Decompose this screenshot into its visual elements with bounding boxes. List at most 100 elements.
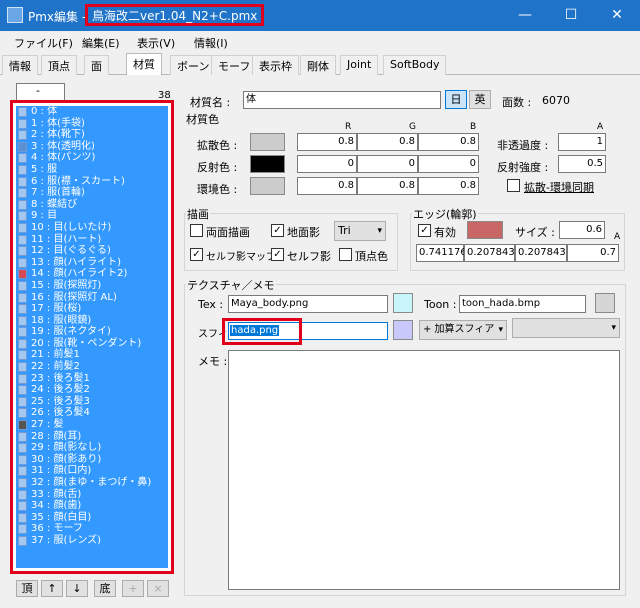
list-item[interactable]: 9 : 目	[16, 210, 168, 222]
list-item[interactable]: 8 : 蝶結び	[16, 199, 168, 211]
list-item[interactable]: 11 : 目(ハート)	[16, 234, 168, 246]
ambient-r[interactable]: 0.8	[297, 177, 357, 195]
list-item[interactable]: 16 : 服(探照灯 AL)	[16, 292, 168, 304]
list-item[interactable]: 1 : 体(手袋)	[16, 118, 168, 130]
list-item[interactable]: 0 : 体	[16, 106, 168, 118]
tab-softbody[interactable]: SoftBody	[383, 55, 447, 75]
toon-input[interactable]: toon_hada.bmp	[459, 295, 586, 313]
tab-display-frame[interactable]: 表示枠	[252, 55, 299, 75]
list-item[interactable]: 18 : 服(眼鏡)	[16, 315, 168, 327]
tex-preview-button[interactable]	[393, 293, 413, 313]
specular-color-swatch[interactable]	[250, 155, 285, 173]
close-button[interactable]: ✕	[594, 0, 640, 31]
ground-shadow-checkbox[interactable]: ✓	[271, 224, 284, 237]
sphere-mode-select[interactable]: + 加算スフィア ▾	[419, 320, 507, 340]
toon-preview-button[interactable]	[595, 293, 615, 313]
list-item[interactable]: 13 : 顔(ハイライト)	[16, 257, 168, 269]
material-list[interactable]: 0 : 体1 : 体(手袋) 2 : 体(靴下) 3 : 体(透明化) 4 : 体(パ…	[16, 106, 168, 568]
list-item[interactable]: 7 : 服(首輪)	[16, 187, 168, 199]
list-item[interactable]: 29 : 顔(影なし)	[16, 442, 168, 454]
list-item[interactable]: 35 : 顔(白目)	[16, 512, 168, 524]
edge-g[interactable]: 0.207843	[464, 244, 515, 262]
spec-power-input[interactable]: 0.5	[558, 155, 606, 173]
tab-joint[interactable]: Joint	[340, 55, 379, 75]
list-item[interactable]: 2 : 体(靴下)	[16, 129, 168, 141]
list-item[interactable]: 4 : 体(パンツ)	[16, 152, 168, 164]
lang-ja-button[interactable]: 日	[445, 90, 467, 109]
list-item[interactable]: 28 : 顔(耳)	[16, 431, 168, 443]
diffuse-g[interactable]: 0.8	[357, 133, 418, 151]
tex-input[interactable]: Maya_body.png	[228, 295, 388, 313]
sync-checkbox[interactable]	[507, 179, 520, 192]
list-item[interactable]: 20 : 服(靴・ペンダント)	[16, 338, 168, 350]
menu-file[interactable]: ファイル(F)	[14, 35, 73, 51]
list-item[interactable]: 37 : 服(レンズ)	[16, 535, 168, 547]
list-item[interactable]: 25 : 後ろ髪3	[16, 396, 168, 408]
self-shadow-map-checkbox[interactable]: ✓	[190, 248, 203, 261]
edge-r[interactable]: 0.741176	[416, 244, 467, 262]
menu-edit[interactable]: 編集(E)	[82, 35, 120, 51]
diffuse-r[interactable]: 0.8	[297, 133, 357, 151]
tab-info[interactable]: 情報	[2, 55, 38, 75]
list-item[interactable]: 12 : 目(ぐるぐる)	[16, 245, 168, 257]
double-sided-checkbox[interactable]	[190, 224, 203, 237]
move-up-button[interactable]: ↑	[41, 580, 63, 597]
tab-morph[interactable]: モーフ	[211, 55, 258, 75]
list-item[interactable]: 6 : 服(襟・スカート)	[16, 176, 168, 188]
ambient-b[interactable]: 0.8	[418, 177, 479, 195]
list-item[interactable]: 17 : 服(桜)	[16, 303, 168, 315]
specular-r[interactable]: 0	[297, 155, 357, 173]
move-bottom-button[interactable]: 底	[94, 580, 116, 597]
tab-rigid-body[interactable]: 剛体	[300, 55, 336, 75]
list-item[interactable]: 3 : 体(透明化)	[16, 141, 168, 153]
tab-material[interactable]: 材質	[126, 53, 162, 75]
menu-view[interactable]: 表示(V)	[137, 35, 175, 51]
self-shadow-checkbox[interactable]: ✓	[271, 248, 284, 261]
list-item[interactable]: 34 : 顔(歯)	[16, 500, 168, 512]
list-item[interactable]: 10 : 目(しいたけ)	[16, 222, 168, 234]
specular-b[interactable]: 0	[418, 155, 479, 173]
list-item[interactable]: 27 : 髪	[16, 419, 168, 431]
list-item[interactable]: 21 : 前髪1	[16, 349, 168, 361]
maximize-button[interactable]: ☐	[548, 0, 594, 31]
list-item[interactable]: 19 : 服(ネクタイ)	[16, 326, 168, 338]
material-name-input[interactable]: 体	[243, 91, 441, 109]
edge-enabled-checkbox[interactable]: ✓	[418, 224, 431, 237]
edge-size-input[interactable]: 0.6	[559, 221, 605, 239]
move-top-button[interactable]: 頂	[16, 580, 38, 597]
list-item[interactable]: 32 : 顔(まゆ・まつげ・鼻)	[16, 477, 168, 489]
tab-vertex[interactable]: 頂点	[41, 55, 77, 75]
list-item[interactable]: 36 : モーフ	[16, 523, 168, 535]
ambient-color-swatch[interactable]	[250, 177, 285, 195]
minimize-button[interactable]: —	[502, 0, 548, 31]
specular-g[interactable]: 0	[357, 155, 418, 173]
delete-button[interactable]: ×	[147, 580, 169, 597]
tab-bone[interactable]: ボーン	[170, 55, 217, 75]
memo-textarea[interactable]	[228, 350, 620, 590]
list-item[interactable]: 26 : 後ろ髪4	[16, 407, 168, 419]
list-item[interactable]: 15 : 服(探照灯)	[16, 280, 168, 292]
list-item[interactable]: 5 : 服	[16, 164, 168, 176]
list-item[interactable]: 31 : 顔(口内)	[16, 465, 168, 477]
sphere-texture-select[interactable]: ▾	[512, 318, 620, 338]
material-filter-combo[interactable]: -	[16, 83, 65, 101]
edge-b[interactable]: 0.207843	[515, 244, 567, 262]
edge-color-swatch[interactable]	[467, 221, 503, 239]
move-down-button[interactable]: ↓	[66, 580, 88, 597]
tab-face[interactable]: 面	[84, 55, 109, 75]
alpha-input[interactable]: 1	[558, 133, 606, 151]
list-item[interactable]: 30 : 顔(影あり)	[16, 454, 168, 466]
diffuse-color-swatch[interactable]	[250, 133, 285, 151]
list-item[interactable]: 33 : 顔(舌)	[16, 489, 168, 501]
diffuse-b[interactable]: 0.8	[418, 133, 479, 151]
ambient-g[interactable]: 0.8	[357, 177, 418, 195]
list-item[interactable]: 22 : 前髪2	[16, 361, 168, 373]
primitive-select[interactable]: Tri ▾	[334, 221, 386, 241]
list-item[interactable]: 23 : 後ろ髪1	[16, 373, 168, 385]
sphere-preview-button[interactable]	[393, 320, 413, 340]
edge-a[interactable]: 0.7	[567, 244, 619, 262]
vertex-color-checkbox[interactable]	[339, 248, 352, 261]
list-item[interactable]: 24 : 後ろ髪2	[16, 384, 168, 396]
lang-en-button[interactable]: 英	[469, 90, 491, 109]
menu-info[interactable]: 情報(I)	[194, 35, 228, 51]
